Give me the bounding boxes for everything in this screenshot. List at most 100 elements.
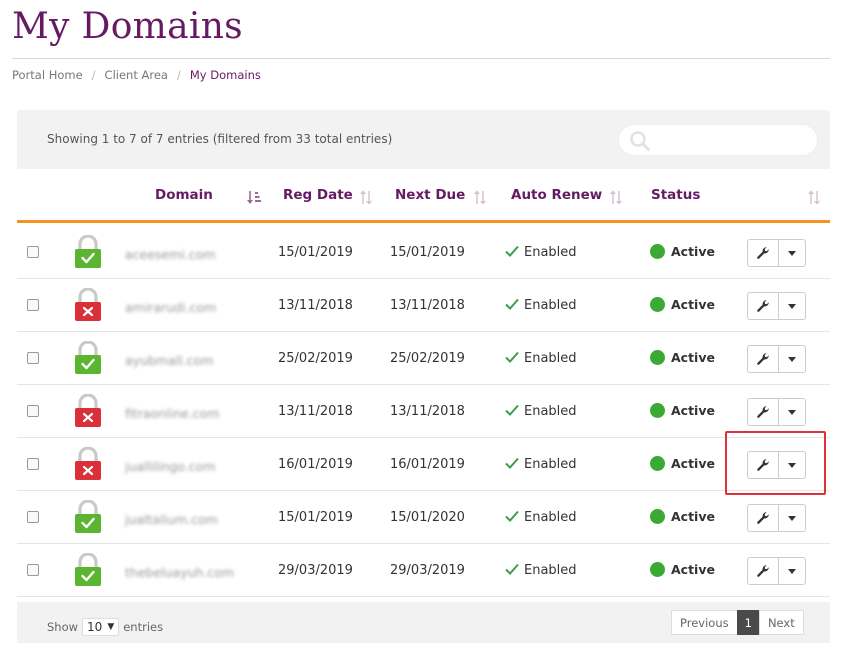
next-page-button[interactable]: Next — [758, 610, 804, 635]
more-actions-dropdown[interactable] — [779, 558, 805, 584]
manage-button[interactable] — [748, 240, 780, 266]
row-actions — [747, 557, 806, 585]
table-row: thebeluayuh.com 29/03/2019 29/03/2019 Enabl… — [17, 544, 830, 597]
breadcrumb-separator: / — [91, 68, 96, 82]
row-checkbox[interactable] — [27, 299, 39, 311]
check-icon — [505, 510, 519, 522]
domain-name[interactable]: aceesemi.com — [125, 247, 215, 262]
domain-name[interactable]: amirarudi.com — [125, 300, 216, 315]
check-icon — [505, 298, 519, 310]
sort-icon[interactable] — [609, 190, 623, 205]
wrench-icon — [757, 353, 770, 365]
chevron-down-icon — [788, 409, 797, 415]
page-title: My Domains — [12, 6, 243, 47]
table-row: amirarudi.com 13/11/2018 13/11/2018 Enabled… — [17, 279, 830, 332]
status-dot — [650, 456, 665, 471]
row-checkbox[interactable] — [27, 564, 39, 576]
lock-icon — [75, 500, 101, 533]
status-label: Active — [671, 244, 715, 259]
manage-button[interactable] — [748, 505, 780, 531]
manage-button[interactable] — [748, 346, 780, 372]
status-dot — [650, 244, 665, 259]
next-due: 15/01/2019 — [390, 245, 465, 260]
lock-icon — [75, 394, 101, 427]
manage-button[interactable] — [748, 399, 780, 425]
search-icon — [630, 131, 650, 151]
row-checkbox[interactable] — [27, 352, 39, 364]
auto-renew: Enabled — [505, 563, 577, 578]
wrench-icon — [757, 406, 770, 418]
domain-name[interactable]: ayubmall.com — [125, 353, 213, 368]
domain-name[interactable]: jualtalium.com — [125, 512, 218, 527]
next-due: 13/11/2018 — [390, 404, 465, 419]
page-length-select[interactable]: 10 ▼ — [82, 618, 120, 636]
breadcrumb-client-area[interactable]: Client Area — [105, 68, 168, 82]
domain-name[interactable]: thebeluayuh.com — [125, 565, 234, 580]
more-actions-dropdown[interactable] — [779, 399, 805, 425]
auto-renew: Enabled — [505, 351, 577, 366]
pagination: Previous 1 Next — [671, 610, 804, 635]
table-toolbar: Showing 1 to 7 of 7 entries (filtered fr… — [17, 110, 830, 169]
row-actions — [747, 292, 806, 320]
previous-page-button[interactable]: Previous — [671, 610, 738, 635]
auto-renew: Enabled — [505, 245, 577, 260]
status-label: Active — [671, 350, 715, 365]
show-label: Show — [47, 620, 79, 634]
table-info: Showing 1 to 7 of 7 entries (filtered fr… — [47, 132, 393, 146]
page-button-current[interactable]: 1 — [736, 610, 760, 635]
row-checkbox[interactable] — [27, 405, 39, 417]
next-due: 29/03/2019 — [390, 563, 465, 578]
wrench-icon — [757, 247, 770, 259]
search-input[interactable] — [618, 124, 818, 156]
auto-renew: Enabled — [505, 298, 577, 313]
status-label: Active — [671, 456, 715, 471]
lock-icon — [75, 235, 101, 268]
reg-date: 13/11/2018 — [278, 298, 353, 313]
more-actions-dropdown[interactable] — [779, 293, 805, 319]
chevron-down-icon — [788, 568, 797, 574]
breadcrumb-portal-home[interactable]: Portal Home — [12, 68, 83, 82]
row-checkbox[interactable] — [27, 458, 39, 470]
table-footer: Show 10 ▼ entries Previous 1 Next — [17, 602, 830, 643]
check-icon — [505, 563, 519, 575]
column-status[interactable]: Status — [651, 187, 700, 203]
sort-icon[interactable] — [359, 190, 373, 205]
sort-icon[interactable] — [807, 190, 821, 205]
breadcrumb-current: My Domains — [189, 68, 261, 82]
sort-icon[interactable] — [473, 190, 487, 205]
chevron-down-icon — [788, 462, 797, 468]
page-length-value: 10 — [87, 620, 103, 634]
auto-renew: Enabled — [505, 404, 577, 419]
more-actions-dropdown[interactable] — [779, 452, 805, 478]
row-checkbox[interactable] — [27, 511, 39, 523]
domain-name[interactable]: juallilingo.com — [125, 459, 215, 474]
row-actions — [747, 345, 806, 373]
auto-renew-label: Enabled — [524, 563, 577, 578]
check-icon — [505, 457, 519, 469]
more-actions-dropdown[interactable] — [779, 505, 805, 531]
sort-icon[interactable] — [246, 190, 262, 205]
column-auto-renew[interactable]: Auto Renew — [511, 187, 602, 203]
row-checkbox[interactable] — [27, 246, 39, 258]
manage-button[interactable] — [748, 293, 780, 319]
check-icon — [505, 404, 519, 416]
status-dot — [650, 297, 665, 312]
lock-icon — [75, 288, 101, 321]
column-domain[interactable]: Domain — [155, 187, 213, 203]
more-actions-dropdown[interactable] — [779, 240, 805, 266]
chevron-down-icon — [788, 515, 797, 521]
row-actions — [747, 398, 806, 426]
table-header: Domain Reg Date Next Due Auto Renew Stat… — [17, 169, 830, 223]
column-reg-date[interactable]: Reg Date — [283, 187, 353, 203]
manage-button[interactable] — [748, 452, 780, 478]
chevron-down-icon: ▼ — [107, 622, 115, 632]
auto-renew-label: Enabled — [524, 245, 577, 260]
status-badge: Active — [650, 562, 715, 577]
page-length-control: Show 10 ▼ entries — [47, 618, 163, 636]
column-next-due[interactable]: Next Due — [395, 187, 465, 203]
more-actions-dropdown[interactable] — [779, 346, 805, 372]
manage-button[interactable] — [748, 558, 780, 584]
chevron-down-icon — [788, 356, 797, 362]
domain-name[interactable]: fitraonline.com — [125, 406, 219, 421]
status-badge: Active — [650, 509, 715, 524]
